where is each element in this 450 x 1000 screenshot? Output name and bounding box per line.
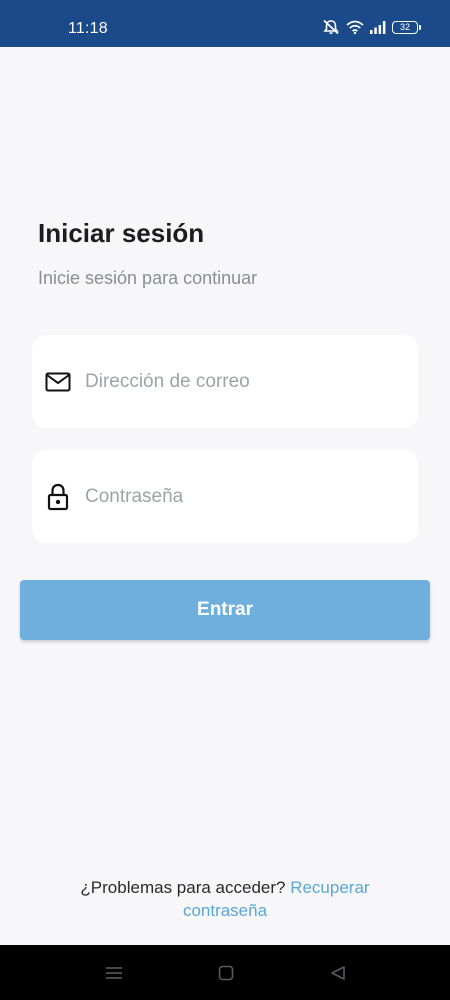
email-input[interactable] — [85, 370, 404, 393]
signal-icon — [370, 20, 386, 34]
wifi-icon — [346, 20, 364, 34]
email-field[interactable] — [32, 335, 418, 428]
status-bar: 11:18 32 — [0, 0, 450, 47]
menu-icon[interactable] — [103, 962, 125, 984]
status-icons: 32 — [322, 19, 421, 35]
status-time: 11:18 — [68, 20, 108, 37]
page-title: Iniciar sesión — [38, 218, 205, 248]
battery-icon: 32 — [392, 20, 421, 34]
password-field[interactable] — [32, 450, 418, 543]
page-subtitle: Inicie sesión para continuar — [38, 268, 258, 288]
recovery-prompt: ¿Problemas para acceder? Recuperar contr… — [40, 876, 410, 922]
login-button[interactable]: Entrar — [20, 580, 430, 640]
back-icon[interactable] — [327, 962, 349, 984]
home-icon[interactable] — [215, 962, 237, 984]
recovery-question: ¿Problemas para acceder? — [80, 878, 286, 897]
mute-icon — [322, 19, 340, 35]
login-screen: 11:18 32 Iniciar sesión Inicie sesión pa… — [0, 0, 450, 1000]
navigation-bar — [0, 945, 450, 1000]
mail-icon — [44, 368, 72, 396]
password-input[interactable] — [85, 485, 404, 508]
lock-icon — [44, 483, 72, 511]
